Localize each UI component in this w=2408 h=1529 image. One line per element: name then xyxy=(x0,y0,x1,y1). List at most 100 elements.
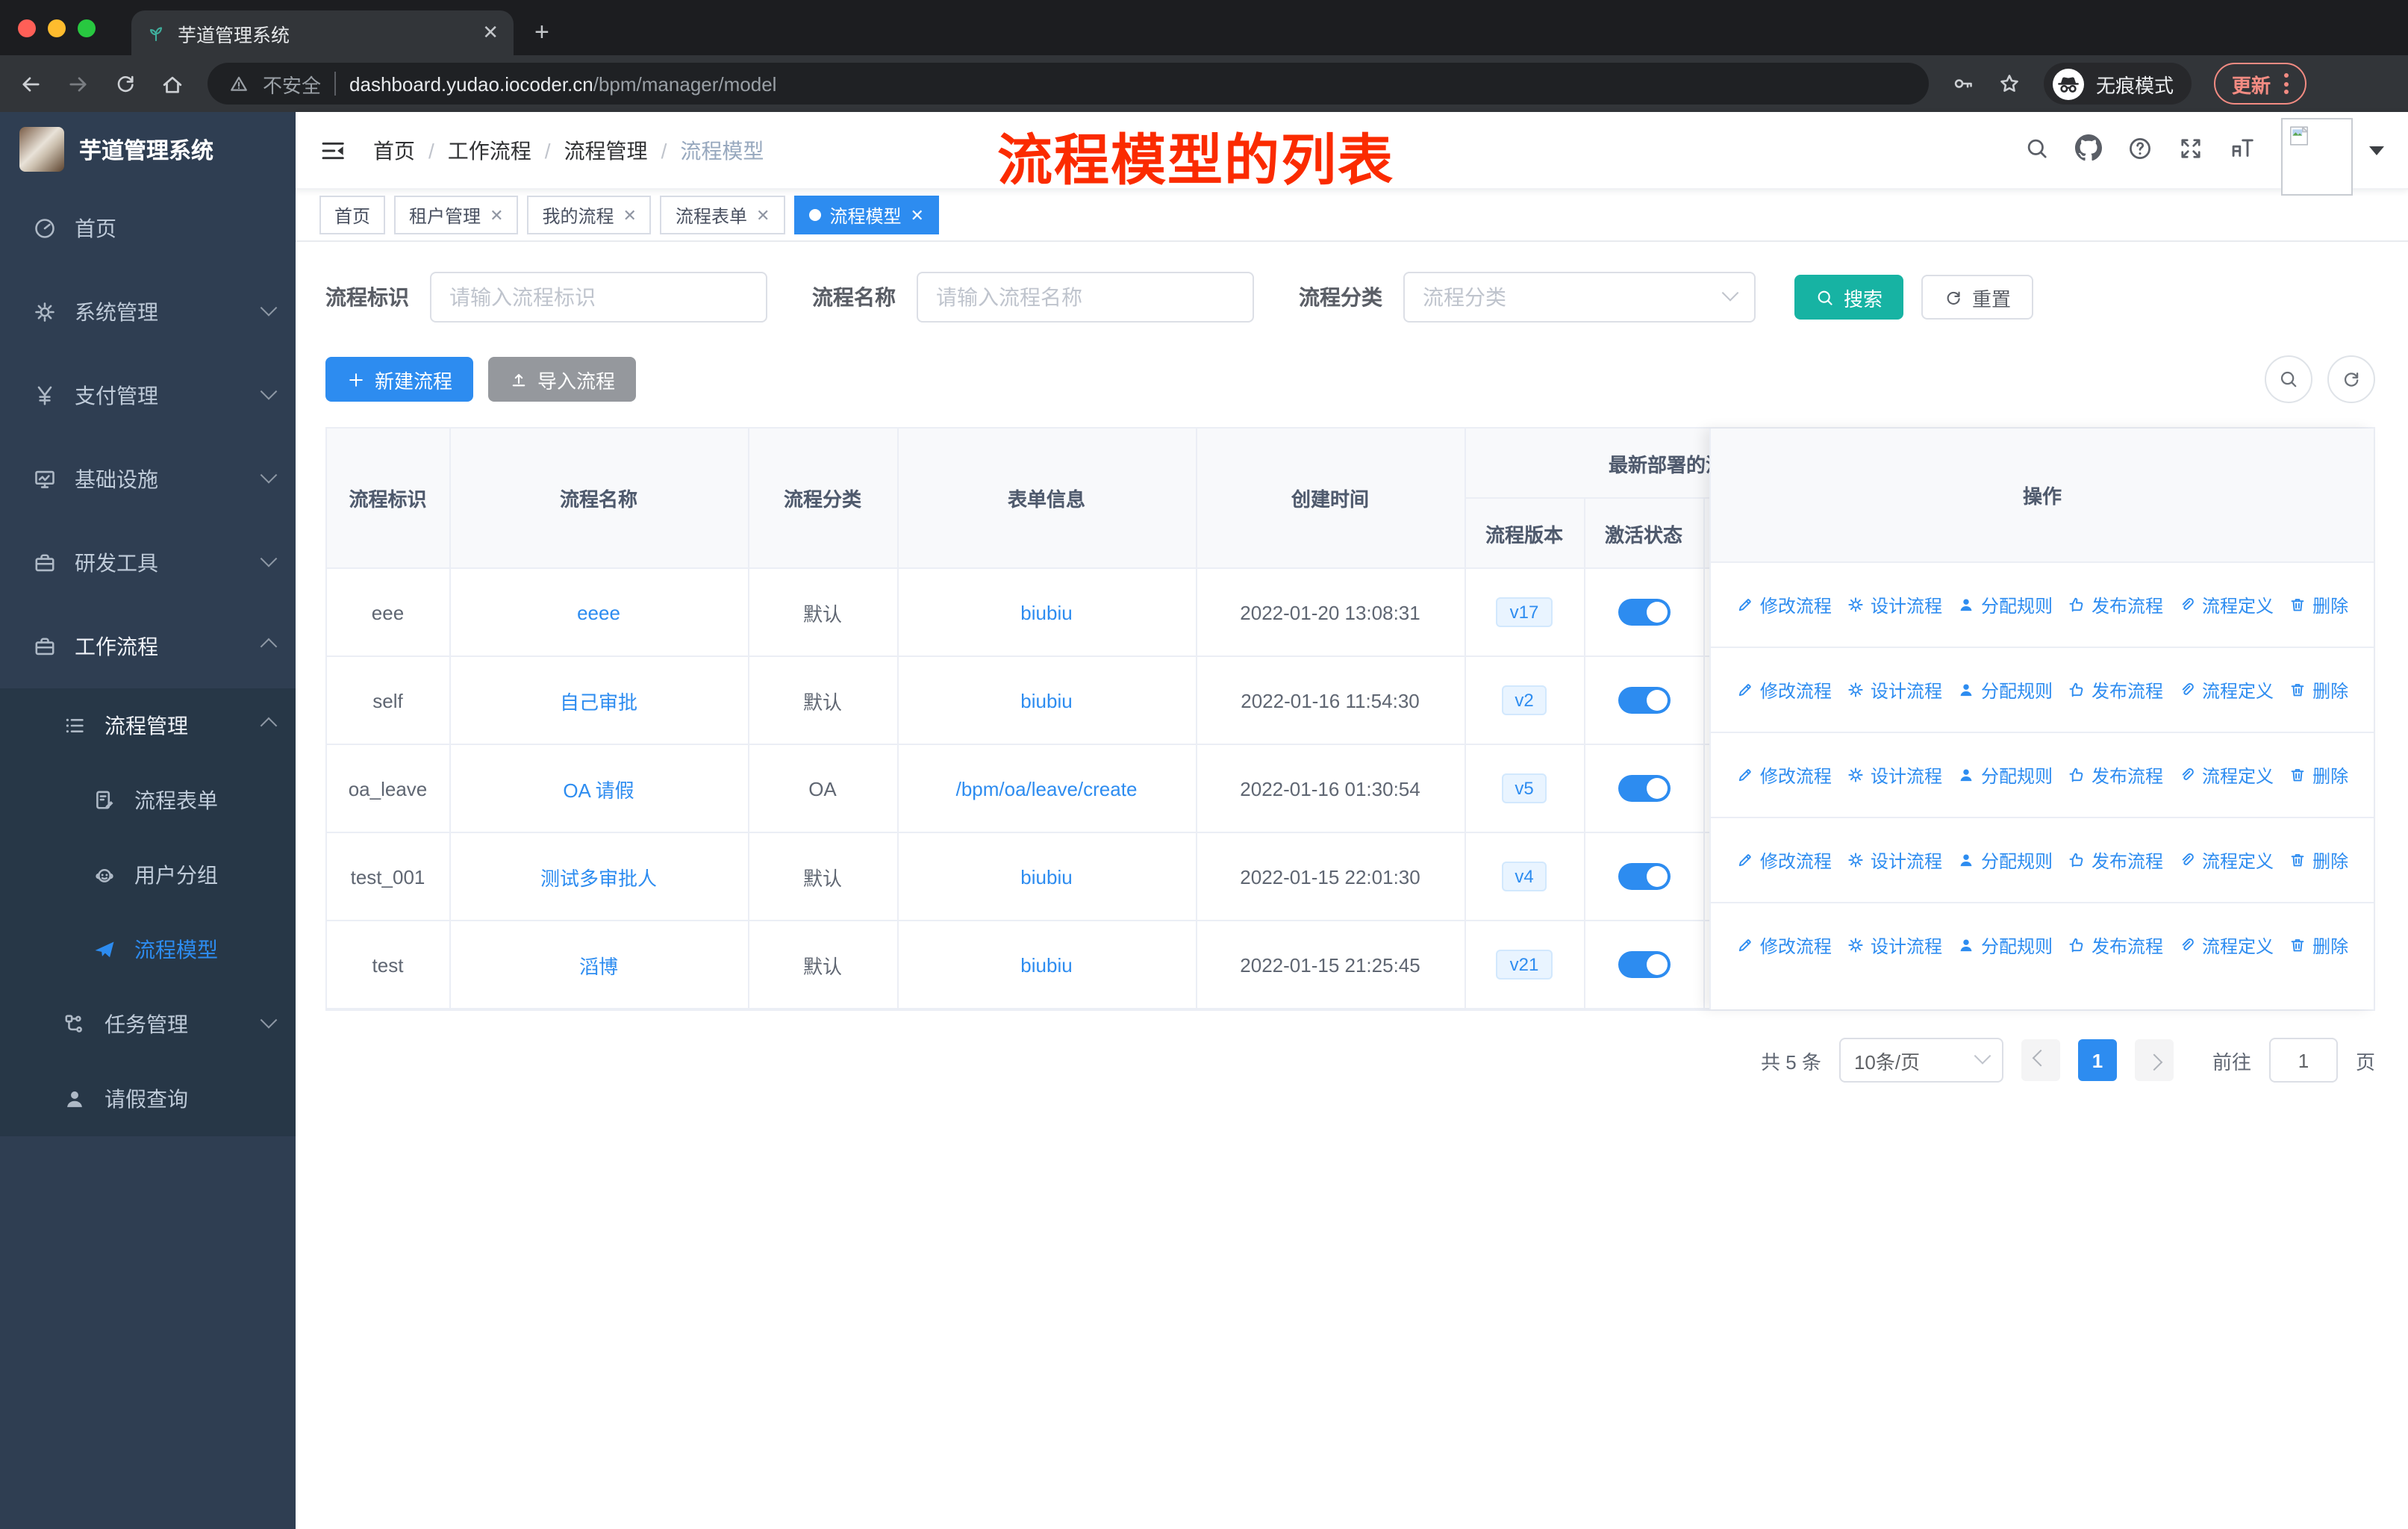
version-badge[interactable]: v2 xyxy=(1501,685,1547,715)
action-thumbs-up-link[interactable]: 发布流程 xyxy=(2068,762,2163,788)
sidebar-item-10[interactable]: 任务管理 xyxy=(0,987,296,1062)
user-avatar[interactable] xyxy=(2281,117,2353,195)
version-badge[interactable]: v17 xyxy=(1496,597,1553,627)
action-gear-link[interactable]: 设计流程 xyxy=(1847,762,1942,788)
action-paperclip-link[interactable]: 流程定义 xyxy=(2178,677,2274,703)
close-icon[interactable]: ✕ xyxy=(623,205,637,225)
help-icon[interactable] xyxy=(2127,135,2153,165)
version-badge[interactable]: v4 xyxy=(1501,862,1547,891)
sidebar-item-1[interactable]: 系统管理 xyxy=(0,270,296,354)
new-tab-button[interactable]: + xyxy=(534,18,549,48)
active-toggle[interactable] xyxy=(1618,687,1670,714)
action-edit-link[interactable]: 修改流程 xyxy=(1736,677,1832,703)
browser-update-button[interactable]: 更新 xyxy=(2214,63,2307,105)
action-trash-link[interactable]: 删除 xyxy=(2289,677,2348,703)
browser-tab[interactable]: 芋道管理系统 ✕ xyxy=(131,10,514,55)
process-name-link[interactable]: OA 请假 xyxy=(563,779,634,801)
tag-item[interactable]: 我的流程 ✕ xyxy=(527,196,652,234)
process-name-link[interactable]: 滔博 xyxy=(579,955,618,977)
close-icon[interactable]: ✕ xyxy=(910,205,923,225)
action-edit-link[interactable]: 修改流程 xyxy=(1736,592,1832,617)
bookmark-star-icon[interactable] xyxy=(1997,72,2021,96)
search-button[interactable]: 搜索 xyxy=(1794,275,1904,320)
action-gear-link[interactable]: 设计流程 xyxy=(1847,932,1942,958)
reset-button[interactable]: 重置 xyxy=(1921,275,2034,320)
back-icon[interactable] xyxy=(18,71,43,96)
forward-icon[interactable] xyxy=(66,71,91,96)
process-name-input[interactable] xyxy=(917,272,1254,323)
create-process-button[interactable]: 新建流程 xyxy=(325,357,474,402)
action-user-link[interactable]: 分配规则 xyxy=(1957,592,2053,617)
next-page-button[interactable] xyxy=(2134,1039,2174,1081)
active-toggle[interactable] xyxy=(1618,863,1670,890)
font-size-icon[interactable] xyxy=(2229,134,2256,166)
tag-item[interactable]: 流程表单 ✕ xyxy=(660,196,785,234)
sidebar-item-3[interactable]: 基础设施 xyxy=(0,437,296,521)
breadcrumb-item[interactable]: 流程管理 xyxy=(564,135,648,165)
sidebar-collapse-icon[interactable] xyxy=(319,137,346,164)
action-edit-link[interactable]: 修改流程 xyxy=(1736,932,1832,958)
tag-active[interactable]: 流程模型 ✕ xyxy=(793,196,939,234)
form-info-link[interactable]: biubiu xyxy=(1020,953,1072,976)
action-trash-link[interactable]: 删除 xyxy=(2289,592,2348,617)
sidebar-item-4[interactable]: 研发工具 xyxy=(0,521,296,605)
action-paperclip-link[interactable]: 流程定义 xyxy=(2178,592,2274,617)
tab-close-icon[interactable]: ✕ xyxy=(482,21,499,45)
home-icon[interactable] xyxy=(160,71,185,96)
sidebar-item-active-9[interactable]: 流程模型 xyxy=(0,912,296,987)
action-paperclip-link[interactable]: 流程定义 xyxy=(2178,932,2274,958)
form-info-link[interactable]: biubiu xyxy=(1020,601,1072,623)
search-icon[interactable] xyxy=(2024,135,2050,165)
process-name-link[interactable]: 测试多审批人 xyxy=(540,867,657,889)
goto-page-input[interactable] xyxy=(2268,1038,2338,1083)
minimize-window-button[interactable] xyxy=(48,19,66,37)
sidebar-item-7[interactable]: 流程表单 xyxy=(0,763,296,838)
action-user-link[interactable]: 分配规则 xyxy=(1957,677,2053,703)
action-trash-link[interactable]: 删除 xyxy=(2289,847,2348,873)
sidebar-item-11[interactable]: 请假查询 xyxy=(0,1062,296,1136)
close-icon[interactable]: ✕ xyxy=(756,205,770,225)
key-icon[interactable] xyxy=(1951,72,1975,96)
sidebar-item-6[interactable]: 流程管理 xyxy=(0,688,296,763)
current-page-button[interactable]: 1 xyxy=(2077,1039,2117,1081)
tag-item[interactable]: 首页 xyxy=(319,196,386,234)
active-toggle[interactable] xyxy=(1618,775,1670,802)
hide-search-button[interactable] xyxy=(2265,355,2312,403)
process-name-link[interactable]: eeee xyxy=(577,601,620,623)
process-category-select[interactable]: 流程分类 xyxy=(1403,272,1756,323)
sidebar-item-8[interactable]: 用户分组 xyxy=(0,838,296,912)
form-info-link[interactable]: biubiu xyxy=(1020,865,1072,888)
action-trash-link[interactable]: 删除 xyxy=(2289,762,2348,788)
action-edit-link[interactable]: 修改流程 xyxy=(1736,847,1832,873)
sidebar-logo[interactable]: 芋道管理系统 xyxy=(0,112,296,187)
security-label[interactable]: 不安全 xyxy=(263,69,321,98)
github-icon[interactable] xyxy=(2075,134,2102,166)
prev-page-button[interactable] xyxy=(2021,1039,2060,1081)
breadcrumb-item[interactable]: 工作流程 xyxy=(448,135,531,165)
action-paperclip-link[interactable]: 流程定义 xyxy=(2178,847,2274,873)
action-user-link[interactable]: 分配规则 xyxy=(1957,847,2053,873)
tag-item[interactable]: 租户管理 ✕ xyxy=(394,196,519,234)
version-badge[interactable]: v5 xyxy=(1501,773,1547,803)
action-edit-link[interactable]: 修改流程 xyxy=(1736,762,1832,788)
action-user-link[interactable]: 分配规则 xyxy=(1957,762,2053,788)
action-thumbs-up-link[interactable]: 发布流程 xyxy=(2068,592,2163,617)
address-bar[interactable]: 不安全 dashboard.yudao.iocoder.cn/bpm/manag… xyxy=(208,63,1929,105)
sidebar-item-2[interactable]: 支付管理 xyxy=(0,354,296,437)
reload-icon[interactable] xyxy=(113,72,137,96)
page-size-select[interactable]: 10条/页 xyxy=(1838,1038,2003,1083)
action-gear-link[interactable]: 设计流程 xyxy=(1847,592,1942,617)
action-trash-link[interactable]: 删除 xyxy=(2289,932,2348,958)
action-thumbs-up-link[interactable]: 发布流程 xyxy=(2068,677,2163,703)
action-gear-link[interactable]: 设计流程 xyxy=(1847,677,1942,703)
version-badge[interactable]: v21 xyxy=(1496,950,1553,980)
action-gear-link[interactable]: 设计流程 xyxy=(1847,847,1942,873)
fullscreen-icon[interactable] xyxy=(2178,135,2203,165)
form-info-link[interactable]: biubiu xyxy=(1020,689,1072,711)
active-toggle[interactable] xyxy=(1618,599,1670,626)
process-name-link[interactable]: 自己审批 xyxy=(560,691,637,713)
browser-menu-icon[interactable] xyxy=(2284,73,2289,94)
close-window-button[interactable] xyxy=(18,19,36,37)
action-thumbs-up-link[interactable]: 发布流程 xyxy=(2068,847,2163,873)
process-key-input[interactable] xyxy=(430,272,767,323)
